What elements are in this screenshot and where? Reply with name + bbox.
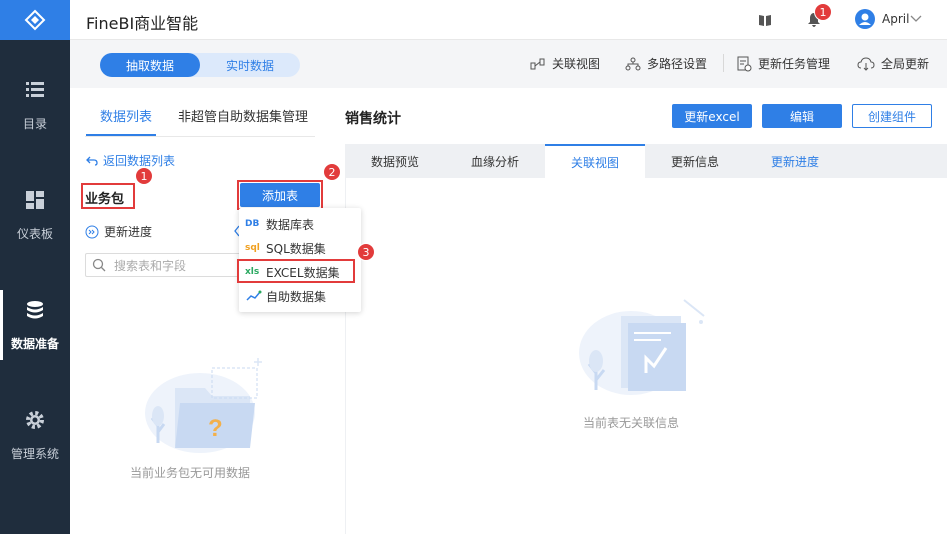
nav-label: 仪表板	[16, 226, 53, 241]
self-service-icon	[246, 290, 262, 301]
nav-label: 管理系统	[10, 446, 59, 461]
highlight-box-excel	[237, 259, 355, 283]
global-update-label: 全局更新	[881, 57, 930, 71]
user-name[interactable]: April	[882, 12, 909, 26]
highlight-box-add-table	[237, 180, 323, 210]
tab-data-list[interactable]: 数据列表	[100, 106, 152, 125]
task-mgmt-label: 更新任务管理	[758, 57, 831, 71]
nav-label: 数据准备	[10, 336, 59, 351]
left-nav: 目录 仪表板 数据准备 管理系统	[0, 0, 70, 534]
multipath-label: 多路径设置	[647, 57, 708, 71]
app-logo-icon[interactable]	[0, 0, 70, 40]
tab-data-preview[interactable]: 数据预览	[345, 144, 445, 178]
back-link[interactable]: 返回数据列表	[85, 152, 175, 169]
highlight-box-package	[81, 183, 135, 209]
active-tab-underline	[86, 134, 156, 136]
empty-relation-text: 当前表无关联信息	[583, 416, 680, 430]
menu-item-self-service[interactable]: 自助数据集	[239, 284, 361, 308]
progress-icon	[85, 225, 99, 238]
table-title: 销售统计	[345, 111, 401, 127]
back-link-label: 返回数据列表	[103, 154, 176, 168]
nav-item-data-prep[interactable]: 数据准备	[0, 280, 70, 370]
create-component-button[interactable]: 创建组件	[852, 104, 932, 128]
notification-badge: 1	[814, 3, 832, 21]
app-title: FineBI商业智能	[86, 14, 199, 33]
right-panel: 销售统计 更新excel 编辑 创建组件 数据预览 血缘分析 关联视图 更新信息…	[330, 88, 947, 534]
step-badge-3: 3	[357, 243, 375, 261]
tab-lineage[interactable]: 血缘分析	[445, 144, 545, 178]
update-excel-button[interactable]: 更新excel	[672, 104, 752, 128]
avatar[interactable]	[855, 9, 875, 29]
dashboard-icon	[26, 190, 44, 209]
multipath-icon	[625, 57, 641, 70]
nav-item-catalog[interactable]: 目录	[0, 60, 70, 150]
search-input[interactable]: 搜索表和字段	[85, 253, 245, 277]
nav-label: 目录	[22, 116, 47, 131]
step-badge-2: 2	[323, 163, 341, 181]
menu-item-label: 数据库表	[266, 217, 315, 232]
nav-item-admin[interactable]: 管理系统	[0, 390, 70, 480]
book-icon[interactable]	[758, 13, 772, 27]
task-mgmt-icon	[737, 56, 752, 71]
mode-realtime-tab[interactable]: 实时数据	[200, 53, 300, 77]
menu-item-db-table[interactable]: DB 数据库表	[239, 212, 361, 236]
step-badge-1: 1	[135, 167, 153, 185]
empty-package-text: 当前业务包无可用数据	[130, 466, 251, 480]
menu-item-label: SQL数据集	[266, 241, 326, 256]
update-progress-link[interactable]: 更新进度	[85, 223, 152, 240]
list-icon	[26, 81, 44, 97]
multipath-button[interactable]: 多路径设置	[625, 55, 707, 72]
update-progress-label: 更新进度	[104, 225, 153, 239]
empty-folder-illustration: ?	[145, 358, 262, 453]
relation-view-label: 关联视图	[552, 57, 601, 71]
search-placeholder: 搜索表和字段	[114, 258, 187, 273]
edit-button[interactable]: 编辑	[762, 104, 842, 128]
menu-item-label: 自助数据集	[266, 289, 327, 304]
top-header: FineBI商业智能 1 April	[70, 0, 947, 40]
empty-document-illustration	[579, 299, 705, 395]
mode-switch: 抽取数据 实时数据	[100, 53, 300, 77]
relation-view-button[interactable]: 关联视图	[530, 55, 600, 72]
relation-view-body: 当前表无关联信息	[345, 178, 947, 534]
mode-extract-tab[interactable]: 抽取数据	[100, 53, 200, 77]
db-icon: DB	[245, 219, 260, 229]
relation-view-icon	[530, 58, 545, 69]
gear-icon	[26, 410, 44, 429]
global-update-button[interactable]: 全局更新	[857, 55, 929, 72]
tab-relation-view[interactable]: 关联视图	[545, 144, 645, 178]
nav-item-dashboard[interactable]: 仪表板	[0, 170, 70, 260]
tab-update-progress[interactable]: 更新进度	[745, 144, 845, 178]
cloud-refresh-icon	[857, 56, 875, 71]
tab-dataset-manage[interactable]: 非超管自助数据集管理	[178, 106, 308, 125]
svg-text:?: ?	[208, 415, 223, 442]
sub-toolbar: 抽取数据 实时数据 关联视图 多路径设置 更新任务管理 全局更新	[70, 40, 947, 88]
chevron-down-icon[interactable]	[910, 14, 922, 24]
back-arrow-icon	[86, 156, 98, 166]
task-mgmt-button[interactable]: 更新任务管理	[736, 55, 830, 72]
tab-divider	[85, 136, 315, 137]
detail-tabs: 数据预览 血缘分析 关联视图 更新信息 更新进度	[345, 144, 947, 178]
tab-update-info[interactable]: 更新信息	[645, 144, 745, 178]
sql-icon: sql	[245, 243, 260, 253]
toolbar-divider	[723, 54, 724, 72]
database-icon	[27, 300, 43, 318]
menu-item-sql[interactable]: sql SQL数据集	[239, 236, 361, 260]
search-icon	[92, 258, 106, 272]
